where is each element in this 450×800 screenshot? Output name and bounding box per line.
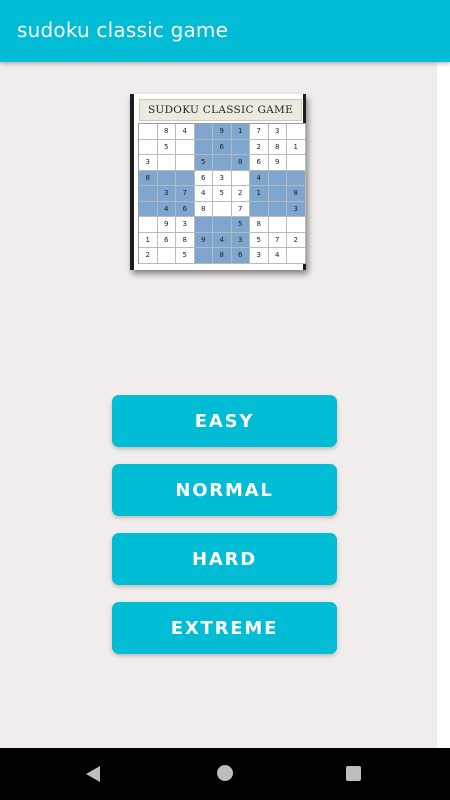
sudoku-cell [139,217,158,233]
sudoku-cell: 4 [213,232,232,248]
sudoku-cell [268,186,287,202]
sudoku-cell: 2 [250,139,269,155]
sudoku-cell: 3 [176,217,195,233]
sudoku-cell: 8 [176,232,195,248]
sudoku-cell: 3 [250,248,269,264]
sudoku-cell [194,217,213,233]
sudoku-cell [287,248,306,264]
sudoku-cell [194,139,213,155]
sudoku-cell [213,201,232,217]
sudoku-cell [213,155,232,171]
sudoku-cell: 8 [157,124,176,140]
sudoku-cell [139,186,158,202]
sudoku-cell [194,124,213,140]
sudoku-cell [287,170,306,186]
sudoku-preview-image: SUDOKU CLASSIC GAME 84917356281358698634… [130,94,306,270]
sudoku-cell: 8 [287,186,306,202]
sudoku-cell: 8 [194,201,213,217]
sudoku-cell: 5 [176,248,195,264]
sudoku-cell: 8 [250,217,269,233]
main-content: SUDOKU CLASSIC GAME 84917356281358698634… [0,62,437,748]
sudoku-cell: 5 [194,155,213,171]
sudoku-cell: 3 [139,155,158,171]
sudoku-cell: 3 [231,232,250,248]
back-triangle-icon[interactable] [86,766,100,782]
app-title: sudoku classic game [17,18,229,42]
sudoku-cell: 3 [157,186,176,202]
sudoku-cell: 6 [194,170,213,186]
sudoku-cell: 3 [287,201,306,217]
sudoku-cell: 5 [231,217,250,233]
sudoku-cell: 9 [157,217,176,233]
sudoku-cell: 9 [268,155,287,171]
sudoku-cell: 8 [139,170,158,186]
sudoku-cell: 2 [139,248,158,264]
sudoku-cell [157,155,176,171]
sudoku-cell [268,170,287,186]
sudoku-cell [287,124,306,140]
sudoku-cell: 4 [157,201,176,217]
sudoku-cell: 6 [213,139,232,155]
sudoku-cell [194,248,213,264]
sudoku-cell: 5 [213,186,232,202]
sudoku-cell [213,217,232,233]
puzzle-title-banner: SUDOKU CLASSIC GAME [139,99,302,121]
sudoku-cell: 5 [250,232,269,248]
easy-button[interactable]: EASY [112,395,337,447]
sudoku-cell: 9 [194,232,213,248]
right-edge-strip [437,62,450,748]
sudoku-cell: 7 [250,124,269,140]
sudoku-cell: 8 [231,155,250,171]
sudoku-cell: 4 [268,248,287,264]
sudoku-cell: 7 [231,201,250,217]
sudoku-cell [139,139,158,155]
sudoku-cell: 2 [231,186,250,202]
sudoku-cell: 7 [176,186,195,202]
sudoku-cell: 6 [250,155,269,171]
sudoku-cell [139,124,158,140]
sudoku-cell [139,201,158,217]
normal-button[interactable]: NORMAL [112,464,337,516]
sudoku-cell [287,217,306,233]
sudoku-cell [231,139,250,155]
sudoku-cell: 1 [139,232,158,248]
sudoku-cell: 4 [250,170,269,186]
sudoku-cell [268,217,287,233]
sudoku-cell: 8 [213,248,232,264]
recents-square-icon[interactable] [346,766,361,781]
sudoku-cell: 6 [176,201,195,217]
sudoku-cell: 3 [213,170,232,186]
sudoku-cell: 6 [231,248,250,264]
sudoku-cell [231,170,250,186]
sudoku-cell [287,155,306,171]
sudoku-cell: 3 [268,124,287,140]
sudoku-cell [157,170,176,186]
extreme-button[interactable]: EXTREME [112,602,337,654]
sudoku-cell: 1 [231,124,250,140]
sudoku-grid: 8491735628135869863437452184687393581689… [138,123,306,264]
sudoku-cell: 5 [157,139,176,155]
sudoku-cell [157,248,176,264]
sudoku-cell: 8 [268,139,287,155]
sudoku-cell [176,170,195,186]
sudoku-cell: 7 [268,232,287,248]
sudoku-cell: 9 [213,124,232,140]
home-circle-icon[interactable] [217,765,233,781]
puzzle-title: SUDOKU CLASSIC GAME [147,104,294,116]
sudoku-cell: 1 [250,186,269,202]
sudoku-cell: 4 [194,186,213,202]
sudoku-cell [250,201,269,217]
app-bar: sudoku classic game [0,0,450,62]
sudoku-cell [176,155,195,171]
sudoku-cell [268,201,287,217]
sudoku-cell: 1 [287,139,306,155]
sudoku-cell: 4 [176,124,195,140]
sudoku-cell [176,139,195,155]
hard-button[interactable]: HARD [112,533,337,585]
sudoku-cell: 6 [157,232,176,248]
sudoku-cell: 2 [287,232,306,248]
